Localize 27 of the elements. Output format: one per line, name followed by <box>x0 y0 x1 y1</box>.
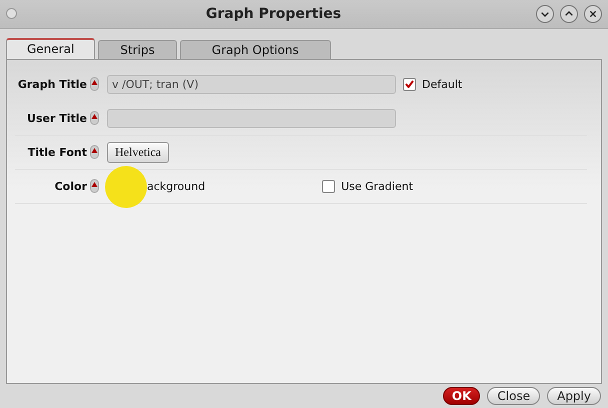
spinner-icon[interactable] <box>90 111 99 126</box>
text-field[interactable] <box>107 108 396 128</box>
field-label: User Title <box>26 112 87 125</box>
font-button[interactable]: Helvetica <box>107 142 169 163</box>
checkbox[interactable] <box>322 180 336 193</box>
spinner-icon[interactable] <box>90 145 99 160</box>
dialog-button[interactable]: Close <box>487 387 540 405</box>
cursor-highlight <box>105 166 147 208</box>
minimize-button[interactable] <box>536 4 554 23</box>
checkbox-label: Use Gradient <box>341 180 414 193</box>
maximize-button[interactable] <box>560 4 578 23</box>
spinner-icon[interactable] <box>90 179 99 194</box>
tab[interactable]: Strips <box>98 40 177 59</box>
dialog-button[interactable]: Apply <box>547 387 601 405</box>
tab[interactable]: General <box>6 38 96 59</box>
tab[interactable]: Graph Options <box>180 40 331 59</box>
field-label: Color <box>54 180 87 193</box>
field-label: Graph Title <box>16 78 87 91</box>
ok-button[interactable]: OK <box>442 387 480 405</box>
text-field[interactable]: v /OUT; tran (V) <box>107 74 396 94</box>
close-button[interactable] <box>584 4 602 23</box>
window-title: Graph Properties <box>204 6 342 22</box>
checkbox-label: Default <box>422 78 462 91</box>
color-label: ackground <box>147 180 206 193</box>
spinner-icon[interactable] <box>90 77 99 92</box>
field-label: Title Font <box>26 146 87 159</box>
checkbox[interactable] <box>403 78 416 91</box>
